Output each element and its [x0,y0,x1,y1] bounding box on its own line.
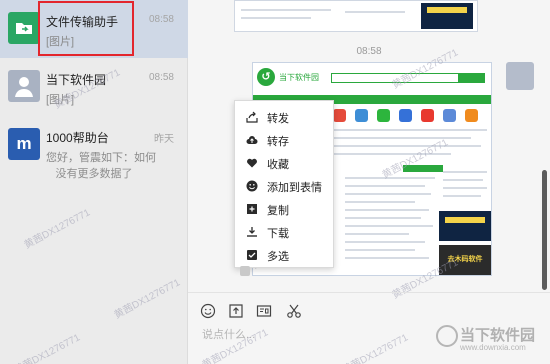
forward-icon [246,111,258,123]
menu-item-label: 转发 [267,113,289,125]
menu-item-save-to-cloud[interactable]: 转存 [235,128,333,151]
downxia-logo: ↺ [257,68,275,86]
scissors-icon[interactable] [286,303,302,319]
conversation-item-downxia[interactable]: 当下软件园 [图片] 08:58 [0,58,188,116]
folder-icon [8,12,40,44]
conversation-list: 文件传输助手 [图片] 08:58 当下软件园 [图片] 08:58 m 100… [0,0,188,364]
context-menu: 转发 转存 收藏 添加到表情 复制 下载 多选 [234,100,334,268]
conversation-time: 昨天 [154,134,174,145]
site-watermark-url: www.downxia.com [460,343,526,352]
menu-item-multi-select[interactable]: 多选 [235,243,333,266]
emoji-icon[interactable] [200,303,216,319]
watermark: 黄茜DX1276771 [12,332,83,364]
conversation-time: 08:58 [148,14,174,25]
cloud-upload-icon [246,134,258,146]
emoji-icon [246,180,258,192]
menu-item-label: 转存 [267,136,289,148]
copy-icon [246,203,258,215]
conversation-name: 当下软件园 [46,73,107,87]
conversation-name: 1000帮助台 [46,131,109,145]
conversation-preview: [图片] [46,94,75,106]
chat-scrollbar[interactable] [542,170,547,290]
ad-banner [439,211,491,241]
menu-item-add-sticker[interactable]: 添加到表情 [235,174,333,197]
screenshot-search-button [459,73,485,83]
ad-banner: 去木码软件 [439,245,491,275]
conversation-time: 08:58 [148,72,174,83]
highlight-box [38,1,134,56]
menu-item-label: 收藏 [267,159,289,171]
menu-item-favorite[interactable]: 收藏 [235,151,333,174]
downxia-logo [436,325,458,347]
message-input[interactable]: 说点什么... [202,326,255,342]
no-more-data-text: 没有更多数据了 [55,168,133,180]
menu-item-download[interactable]: 下载 [235,220,333,243]
menu-item-copy[interactable]: 复制 [235,197,333,220]
site-watermark-text: 当下软件园 [460,327,536,344]
menu-item-label: 下载 [267,228,289,240]
menu-item-label: 复制 [267,205,289,217]
menu-item-label: 多选 [267,251,289,263]
conversation-preview: 您好，管震如下：如何修改... [46,152,156,164]
screenshot-header: ↺ 当下软件园 [253,63,491,93]
more-options-icon[interactable] [240,266,250,276]
user-avatar[interactable] [506,62,534,90]
upload-icon[interactable] [228,303,244,319]
screenshot-search-box [331,73,459,83]
input-divider [188,292,550,293]
user-icon [8,70,40,102]
screenshot-brand: 当下软件园 [279,73,319,82]
watermark: 黄茜DX1276771 [22,207,93,252]
watermark: 黄茜DX1276771 [340,332,411,364]
message-timestamp: 08:58 [356,46,382,57]
menu-item-label: 添加到表情 [267,182,322,194]
mu-logo: m [8,128,40,160]
screenshot-icon[interactable] [256,303,272,319]
checkbox-icon [246,249,258,261]
chat-panel: 08:58 ↺ 当下软件园 去木码软件 黄茜DX1276771 黄茜DX1276… [188,0,550,364]
previous-image-message[interactable] [234,0,478,32]
ad-banner [421,3,473,29]
menu-item-forward[interactable]: 转发 [235,105,333,128]
download-icon [246,226,258,238]
heart-icon [246,157,258,169]
watermark: 黄茜DX1276771 [112,277,183,322]
